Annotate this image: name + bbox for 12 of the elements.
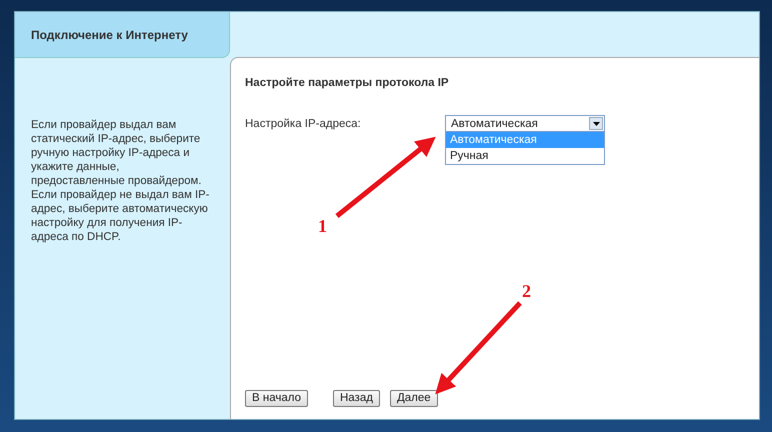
annotation-number: 2 [522,282,531,300]
help-text: Если провайдер выдал вам статический IP-адрес, выберите ручную настройку IP-адреса и укажите данные, предоставленные провайдером. Если провайдер не выдал вам IP-адрес, выберите автоматическую настройку для получения IP-адреса по DHCP. [30,118,210,244]
ip-setting-dropdown[interactable]: Автоматическая [445,115,605,132]
dropdown-option[interactable]: Ручная [446,148,604,164]
section-heading: Настройте параметры протокола IP [245,77,450,89]
sidebar-tab[interactable]: Подключение к Интернету [15,12,230,58]
nav-button[interactable]: Назад [332,390,380,407]
field-label: Настройка IP-адреса: [245,117,362,130]
annotation-number: 1 [318,217,327,235]
caret-icon [589,117,603,130]
nav-button[interactable]: В начало [245,390,308,407]
nav-button[interactable]: Далее [390,390,438,407]
